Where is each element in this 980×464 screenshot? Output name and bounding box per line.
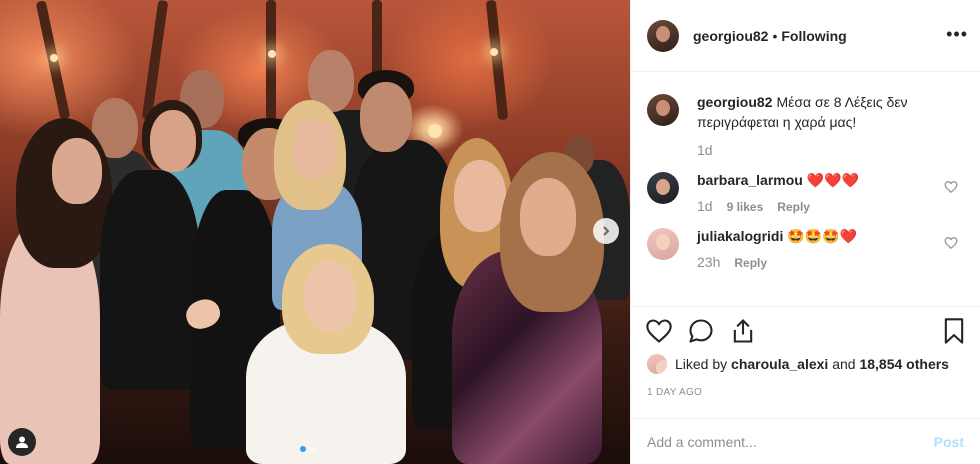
post-sidebar: georgiou82 • Following ••• georgiou82 Μέσ… (630, 0, 980, 464)
reply-button[interactable]: Reply (734, 256, 767, 270)
post-header: georgiou82 • Following ••• (631, 0, 980, 72)
comment: barbara_larmou ❤️❤️❤️ 1d 9 likes Reply (647, 170, 964, 214)
avatar[interactable] (647, 228, 679, 260)
chevron-right-icon (603, 226, 610, 236)
avatar[interactable] (647, 354, 667, 374)
avatar[interactable] (647, 172, 679, 204)
comment: juliakalogridi 🤩🤩🤩❤️ 23h Reply (647, 226, 964, 270)
add-comment-bar: Add a comment... Post (631, 418, 980, 464)
comment-username[interactable]: juliakalogridi (697, 228, 783, 244)
comment-likes[interactable]: 9 likes (727, 200, 764, 214)
comment-icon[interactable] (687, 317, 715, 345)
header-separator: • (772, 27, 778, 44)
bookmark-icon[interactable] (940, 317, 968, 345)
follow-status-button[interactable]: Following (781, 28, 846, 44)
carousel-dot (310, 446, 316, 452)
reply-button[interactable]: Reply (777, 200, 810, 214)
tagged-users-button[interactable] (8, 428, 36, 456)
comment-text: 🤩🤩🤩❤️ (787, 228, 858, 244)
avatar[interactable] (647, 19, 679, 52)
likes-summary: Liked by charoula_alexi and 18,854 other… (647, 354, 964, 374)
share-icon[interactable] (729, 317, 757, 345)
post-photo[interactable] (0, 0, 630, 464)
like-comment-icon[interactable] (944, 236, 958, 250)
carousel-dot (300, 446, 306, 452)
comment-input[interactable]: Add a comment... (647, 434, 934, 450)
author-username[interactable]: georgiou82 (693, 28, 768, 44)
caption: georgiou82 Μέσα σε 8 Λέξεις δεν περιγράφε… (647, 92, 964, 158)
like-comment-icon[interactable] (944, 180, 958, 194)
post-timestamp[interactable]: 1 DAY AGO (647, 387, 702, 398)
comment-username[interactable]: barbara_larmou (697, 172, 803, 188)
wall-beam (266, 0, 276, 120)
next-photo-button[interactable] (593, 218, 619, 244)
comment-time[interactable]: 23h (697, 254, 720, 270)
wall-lamp (428, 124, 442, 138)
heart-icon[interactable] (645, 317, 673, 345)
wall-lamp (50, 54, 58, 62)
post-comment-button[interactable]: Post (934, 434, 964, 450)
liked-by-user[interactable]: charoula_alexi (731, 356, 828, 372)
liked-by-label: Liked by (675, 356, 728, 372)
carousel-dots (300, 446, 316, 452)
likes-others[interactable]: 18,854 others (859, 356, 949, 372)
wall-lamp (268, 50, 276, 58)
likes-conjunction: and (832, 356, 856, 372)
more-options-icon[interactable]: ••• (946, 24, 968, 45)
user-tag-icon (16, 436, 28, 448)
comments-list: georgiou82 Μέσα σε 8 Λέξεις δεν περιγράφε… (631, 80, 980, 306)
caption-time[interactable]: 1d (697, 142, 713, 158)
comment-text: ❤️❤️❤️ (806, 172, 860, 188)
comment-time[interactable]: 1d (697, 198, 713, 214)
avatar[interactable] (647, 94, 679, 126)
caption-username[interactable]: georgiou82 (697, 94, 772, 110)
wall-lamp (490, 48, 498, 56)
post-actions (631, 306, 980, 354)
